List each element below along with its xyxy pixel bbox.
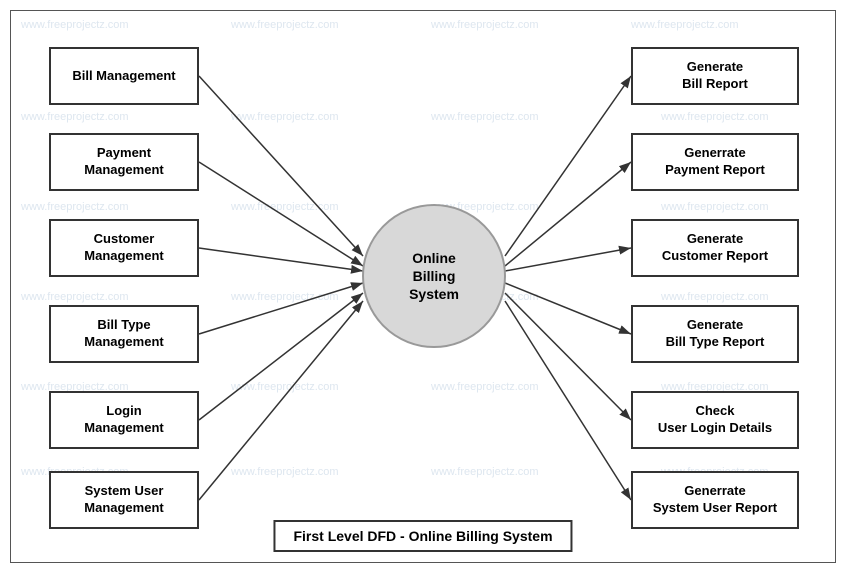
diagram-container: www.freeprojectz.com www.freeprojectz.co… [10,10,836,563]
gen-billtype-report-box: GenerateBill Type Report [631,305,799,363]
billtype-management-box: Bill TypeManagement [49,305,199,363]
gen-sysuser-report-box: GenerrateSystem User Report [631,471,799,529]
gen-bill-report-box: GenerateBill Report [631,47,799,105]
gen-customer-report-box: GenerateCustomer Report [631,219,799,277]
center-circle: OnlineBillingSystem [362,204,506,348]
payment-management-box: PaymentManagement [49,133,199,191]
sysuser-management-box: System UserManagement [49,471,199,529]
login-management-box: LoginManagement [49,391,199,449]
check-login-box: CheckUser Login Details [631,391,799,449]
bill-management-box: Bill Management [49,47,199,105]
caption-box: First Level DFD - Online Billing System [273,520,572,552]
gen-payment-report-box: GenerratePayment Report [631,133,799,191]
customer-management-box: CustomerManagement [49,219,199,277]
